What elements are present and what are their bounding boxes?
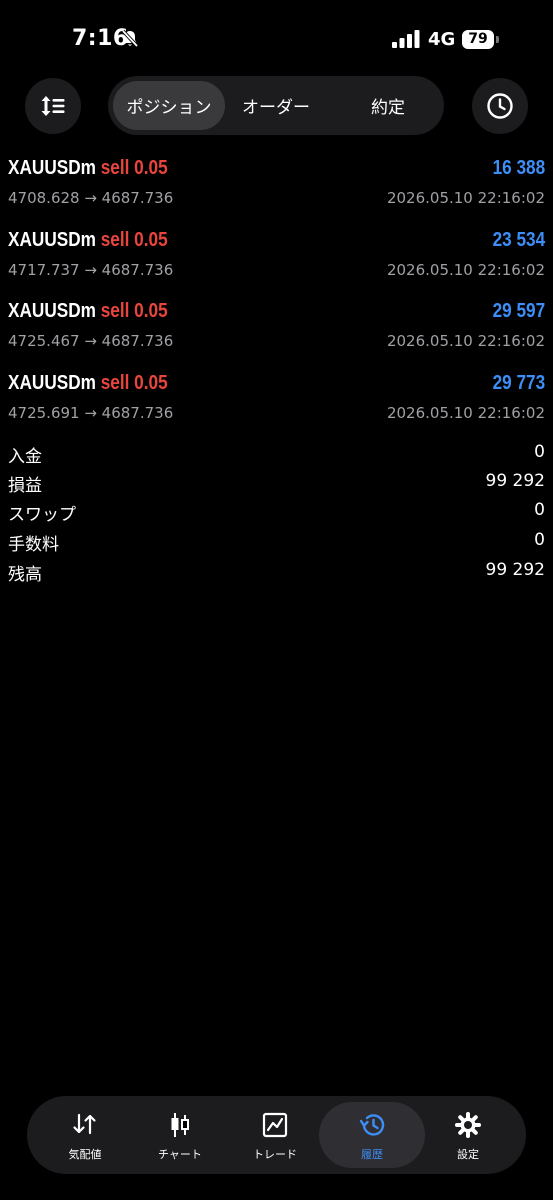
summary-profit: 損益 99 292 bbox=[0, 471, 553, 501]
summary-deposit: 入金 0 bbox=[0, 442, 553, 472]
nav-item-chart[interactable]: チャート bbox=[130, 1096, 230, 1174]
trade-side: sell 0.05 bbox=[100, 300, 168, 322]
bell-slash-icon bbox=[121, 29, 139, 48]
summary-commission: 手数料 0 bbox=[0, 530, 553, 560]
status-bar: 7:16 4G 79 bbox=[0, 0, 553, 80]
trade-profit: 29 597 bbox=[492, 300, 545, 322]
trade-profit: 23 534 bbox=[492, 229, 545, 251]
trade-symbol: XAUUSDm sell 0.05 bbox=[8, 157, 168, 179]
summary-label: 入金 bbox=[8, 447, 42, 467]
history-icon bbox=[359, 1114, 385, 1136]
summary-value: 99 292 bbox=[485, 471, 545, 491]
sort-icon bbox=[41, 96, 65, 116]
candlestick-chart-icon bbox=[171, 1113, 189, 1137]
nav-label: 気配値 bbox=[68, 1148, 102, 1161]
network-label: 4G bbox=[428, 29, 456, 50]
summary-value: 99 292 bbox=[485, 560, 545, 580]
summary-label: スワップ bbox=[8, 505, 76, 525]
nav-label: トレード bbox=[253, 1148, 297, 1161]
trade-row[interactable]: XAUUSDm sell 0.05 16 388 4708.628 → 4687… bbox=[0, 157, 553, 229]
summary-label: 損益 bbox=[8, 476, 42, 496]
trade-row[interactable]: XAUUSDm sell 0.05 29 597 4725.467 → 4687… bbox=[0, 300, 553, 372]
summary-balance: 残高 99 292 bbox=[0, 560, 553, 590]
nav-item-settings[interactable]: 設定 bbox=[418, 1096, 518, 1174]
trade-prices: 4725.467 → 4687.736 bbox=[8, 332, 174, 350]
trade-time: 2026.05.10 22:16:02 bbox=[386, 404, 545, 422]
trade-chart-icon bbox=[262, 1112, 288, 1138]
signal-icon bbox=[392, 30, 420, 48]
trade-side: sell 0.05 bbox=[100, 229, 168, 251]
trade-time: 2026.05.10 22:16:02 bbox=[386, 261, 545, 279]
trade-time: 2026.05.10 22:16:02 bbox=[386, 332, 545, 350]
tab-deals[interactable]: 約定 bbox=[337, 81, 439, 130]
trade-symbol: XAUUSDm sell 0.05 bbox=[8, 229, 168, 251]
nav-item-history[interactable]: 履歴 bbox=[322, 1096, 422, 1174]
trade-side: sell 0.05 bbox=[100, 157, 168, 179]
summary-label: 手数料 bbox=[8, 535, 59, 555]
sort-button[interactable] bbox=[25, 78, 81, 134]
summary-label: 残高 bbox=[8, 565, 42, 585]
summary-value: 0 bbox=[534, 530, 545, 550]
trade-profit: 29 773 bbox=[492, 372, 545, 394]
summary-value: 0 bbox=[534, 500, 545, 520]
summary-swap: スワップ 0 bbox=[0, 500, 553, 530]
trade-row[interactable]: XAUUSDm sell 0.05 29 773 4725.691 → 4687… bbox=[0, 372, 553, 444]
nav-label: 設定 bbox=[457, 1148, 479, 1161]
trade-symbol: XAUUSDm sell 0.05 bbox=[8, 300, 168, 322]
bottom-nav: 気配値 チャート トレード 履歴 設定 bbox=[27, 1096, 526, 1174]
nav-item-quotes[interactable]: 気配値 bbox=[35, 1096, 135, 1174]
trade-prices: 4708.628 → 4687.736 bbox=[8, 189, 174, 207]
settings-gear-icon bbox=[455, 1112, 481, 1138]
history-period-button[interactable] bbox=[472, 78, 528, 134]
trade-prices: 4717.737 → 4687.736 bbox=[8, 261, 174, 279]
battery-nub bbox=[496, 36, 499, 43]
clock-icon bbox=[487, 93, 513, 119]
tab-orders[interactable]: オーダー bbox=[225, 81, 327, 130]
nav-item-trade[interactable]: トレード bbox=[225, 1096, 325, 1174]
trade-row[interactable]: XAUUSDm sell 0.05 23 534 4717.737 → 4687… bbox=[0, 229, 553, 301]
trade-symbol: XAUUSDm sell 0.05 bbox=[8, 372, 168, 394]
trade-side: sell 0.05 bbox=[100, 372, 168, 394]
quotes-arrows-icon bbox=[73, 1113, 96, 1135]
nav-label: チャート bbox=[158, 1148, 202, 1161]
summary-value: 0 bbox=[534, 442, 545, 462]
trade-profit: 16 388 bbox=[492, 157, 545, 179]
trade-time: 2026.05.10 22:16:02 bbox=[386, 189, 545, 207]
tab-positions[interactable]: ポジション bbox=[113, 81, 225, 130]
view-tabs: ポジション オーダー 約定 bbox=[108, 76, 444, 135]
trade-prices: 4725.691 → 4687.736 bbox=[8, 404, 174, 422]
battery-icon: 79 bbox=[462, 30, 494, 49]
nav-label: 履歴 bbox=[361, 1148, 383, 1161]
